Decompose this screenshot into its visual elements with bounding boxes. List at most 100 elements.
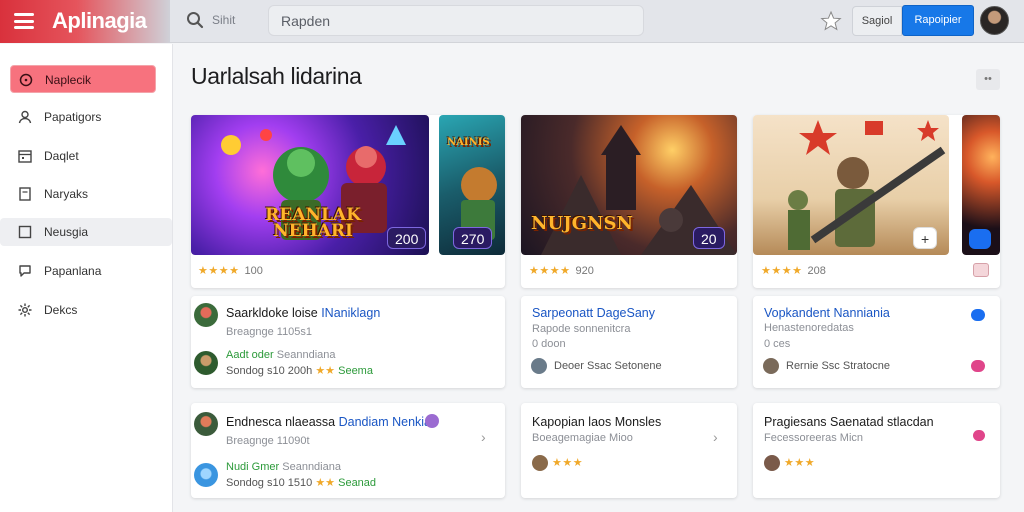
list-item-meta: Sondog s10 1510 ★★ Seanad: [226, 477, 377, 489]
star-icon[interactable]: [820, 10, 842, 32]
list-item-title[interactable]: Kapopian laos Monsles: [532, 415, 661, 429]
list-item-title[interactable]: Pragiesans Saenatad stlacdan: [764, 415, 934, 429]
game-score-badge: 20: [693, 227, 725, 249]
list-item[interactable]: Pragiesans Saenatad stlacdan Fecessoreer…: [753, 403, 1000, 498]
list-item-title[interactable]: Sarpeonatt DageSany: [532, 306, 655, 320]
chat-icon[interactable]: [973, 430, 985, 441]
rating-count: 208: [807, 265, 826, 277]
list-item-subtitle: Henastenoredatas: [764, 322, 854, 334]
game-banner-image: REANLAK NEHARI 200: [191, 115, 429, 255]
heart-icon[interactable]: [971, 360, 985, 372]
calendar-icon: [18, 150, 32, 163]
sidebar-item-papatigors[interactable]: Papatigors: [10, 103, 156, 131]
sidebar-item-label: Dekcs: [44, 303, 78, 317]
list-item-subtitle: Fecessoreeras Micn: [764, 432, 864, 444]
chevron-right-icon[interactable]: ›: [713, 429, 718, 445]
avatar: [532, 455, 548, 471]
cloud-icon: [969, 229, 991, 249]
square-icon: [18, 225, 32, 239]
list-item-subtitle: 0 doon: [532, 338, 566, 350]
sidebar-item-papanlana[interactable]: Papanlana: [10, 257, 156, 285]
sidebar-item-neusgia[interactable]: Neusgia: [0, 218, 172, 246]
verified-icon: [425, 414, 439, 428]
user-avatar[interactable]: [980, 6, 1009, 35]
page-title: Uarlalsah lidarina: [191, 63, 362, 89]
avatar: [194, 303, 218, 327]
sidebar-item-label: Papanlana: [44, 264, 102, 278]
list-item-subtitle: Breagnge 11090t: [226, 435, 310, 447]
game-card[interactable]: + ★★★★ 208: [753, 115, 1000, 288]
sidebar-item-label: Neusgia: [44, 225, 89, 239]
sidebar-item-daqlet[interactable]: Daqlet: [10, 142, 156, 170]
sidebar-item-naplecik[interactable]: Naplecik: [10, 65, 156, 93]
brand-area: Aplinagia: [0, 0, 170, 43]
list-item-subtitle: Boeagemagiae Mioo: [532, 432, 633, 444]
list-item-subtitle: Breagnge 1105s1: [226, 326, 313, 338]
game-banner-image-secondary: NAINIS 270: [439, 115, 505, 255]
game-banner-image: NUJGNSN 20: [521, 115, 737, 255]
avatar: [764, 455, 780, 471]
game-banner-title: NAINIS: [447, 137, 490, 148]
more-options-button[interactable]: ••: [976, 69, 1000, 90]
avatar: [531, 358, 547, 374]
list-item-subtitle: 0 ces: [764, 338, 791, 350]
book-icon: [19, 187, 31, 201]
list-item-meta: Deoer Ssac Setonene: [554, 360, 662, 372]
search-label: Sihit: [212, 13, 236, 27]
game-score-badge: 200: [387, 227, 427, 249]
game-banner-title: REANLAK NEHARI: [265, 205, 361, 241]
game-score-badge: +: [913, 227, 938, 249]
list-item[interactable]: Endnesca nlaeassa Dandiam Nenkia Breagng…: [191, 403, 505, 498]
list-item-meta: Sondog s10 200h ★★ Seema: [226, 365, 373, 377]
avatar: [194, 351, 218, 375]
game-card[interactable]: NUJGNSN 20 ★★★★ 920: [521, 115, 737, 288]
list-item-subtitle: Rapode sonnenitcra: [532, 323, 631, 335]
game-banner-image-secondary: [962, 115, 1000, 255]
circle-dot-icon: [19, 73, 33, 87]
game-card[interactable]: REANLAK NEHARI 200 NAINIS 270 ★★★★ 100: [191, 115, 505, 288]
avatar: [763, 358, 779, 374]
avatar: [194, 412, 218, 436]
game-banner-image: +: [753, 115, 949, 255]
gear-icon: [18, 303, 32, 317]
sidebar: Naplecik Papatigors Daqlet Naryaks Neusg…: [0, 44, 173, 512]
list-item[interactable]: Saarkldoke loise INaniklagn Breagnge 110…: [191, 296, 505, 388]
sidebar-item-dekcs[interactable]: Dekcs: [10, 296, 156, 324]
list-item[interactable]: Sarpeonatt DageSany Rapode sonnenitcra 0…: [521, 296, 737, 388]
star-rating: ★★★★ 920: [529, 265, 594, 277]
top-bar: Aplinagia Sihit Sagiol Rapoipier: [0, 0, 1024, 43]
star-rating: ★★★★ 208: [761, 265, 826, 277]
list-item-status: Nudi Gmer Seanndiana: [226, 461, 341, 473]
search-input[interactable]: [268, 5, 644, 36]
chat-icon[interactable]: [971, 309, 985, 321]
avatar: [194, 463, 218, 487]
speech-bubble-icon: [19, 265, 31, 277]
list-item-title[interactable]: Vopkandent Nanniania: [764, 306, 890, 320]
sidebar-item-naryaks[interactable]: Naryaks: [10, 180, 156, 208]
app-title: Aplinagia: [52, 8, 147, 33]
primary-button[interactable]: Rapoipier: [902, 5, 974, 36]
star-rating: ★★★: [552, 457, 584, 469]
star-rating: ★★★: [784, 457, 816, 469]
flag-icon[interactable]: [973, 263, 989, 277]
list-item-meta: Rernie Ssc Stratocne: [786, 360, 890, 372]
user-icon: [18, 110, 32, 124]
rating-count: 920: [575, 265, 594, 277]
chevron-right-icon[interactable]: ›: [481, 429, 486, 445]
game-banner-title: NUJGNSN: [531, 213, 633, 234]
secondary-button[interactable]: Sagiol: [852, 6, 902, 36]
list-item-title[interactable]: Saarkldoke loise INaniklagn: [226, 306, 380, 320]
sidebar-item-label: Papatigors: [44, 110, 102, 124]
game-score-badge: 270: [453, 227, 493, 249]
rating-count: 100: [244, 265, 263, 277]
search-icon[interactable]: [186, 11, 204, 29]
list-item[interactable]: Vopkandent Nanniania Henastenoredatas 0 …: [753, 296, 1000, 388]
hamburger-menu-icon[interactable]: [14, 13, 34, 29]
sidebar-item-label: Daqlet: [44, 149, 79, 163]
list-item-status: Aadt oder Seanndiana: [226, 349, 336, 361]
sidebar-item-label: Naryaks: [44, 187, 89, 201]
sidebar-item-label: Naplecik: [45, 73, 92, 87]
list-item[interactable]: Kapopian laos Monsles Boeagemagiae Mioo …: [521, 403, 737, 498]
star-rating: ★★★★ 100: [198, 265, 263, 277]
list-item-title[interactable]: Endnesca nlaeassa Dandiam Nenkia: [226, 415, 431, 429]
